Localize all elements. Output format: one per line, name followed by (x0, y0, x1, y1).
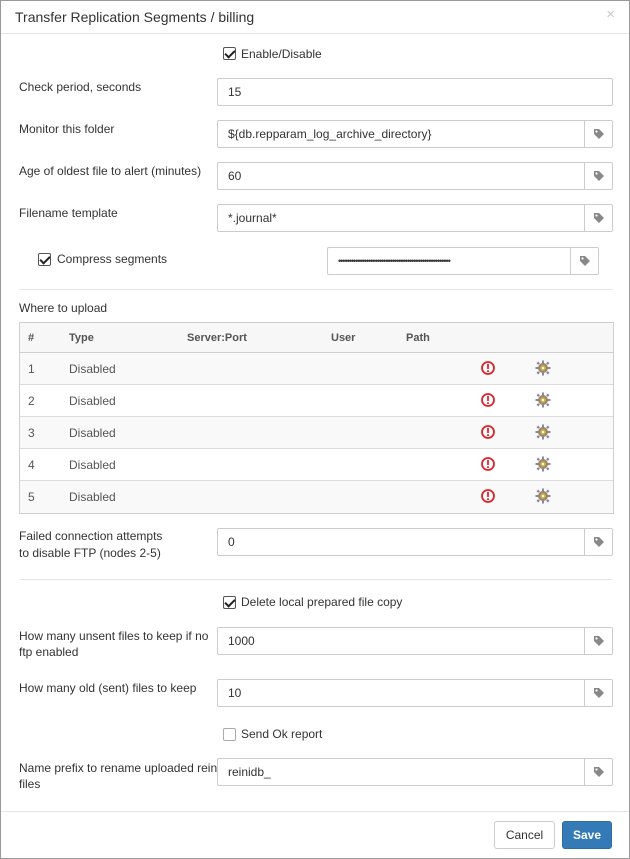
row-number: 1 (28, 362, 35, 376)
error-icon (481, 393, 495, 407)
row-type: Disabled (69, 458, 116, 472)
divider (19, 289, 613, 290)
gear-icon[interactable] (535, 392, 551, 408)
close-icon[interactable]: × (606, 6, 615, 23)
failed-attempts-label-line1: Failed connection attempts (19, 529, 163, 543)
unsent-files-tag-button[interactable] (584, 628, 612, 654)
row-type: Disabled (69, 394, 116, 408)
check-period-label: Check period, seconds (19, 80, 142, 94)
gear-icon[interactable] (535, 488, 551, 504)
save-button[interactable]: Save (562, 821, 612, 849)
compress-password-field (327, 247, 599, 275)
tag-icon (593, 767, 604, 777)
col-path: Path (406, 332, 430, 344)
filename-template-tag-button[interactable] (584, 205, 612, 231)
row-type: Disabled (69, 490, 116, 504)
filename-template-field (217, 204, 613, 232)
old-files-tag-button[interactable] (584, 680, 612, 706)
name-prefix-label-line2: files (19, 777, 41, 791)
unsent-files-field (217, 627, 613, 655)
filename-template-label: Filename template (19, 206, 118, 220)
dialog-title: Transfer Replication Segments / billing (15, 9, 255, 25)
delete-copy-label: Delete local prepared file copy (241, 595, 403, 609)
row-type: Disabled (69, 426, 116, 440)
unsent-files-label-line2: ftp enabled (19, 645, 79, 659)
name-prefix-tag-button[interactable] (584, 759, 612, 785)
tag-icon (593, 213, 604, 223)
row-number: 5 (28, 490, 35, 504)
error-icon (481, 489, 495, 503)
tag-icon (593, 537, 604, 547)
col-number: # (28, 332, 35, 344)
oldest-file-age-field (217, 162, 613, 190)
row-type: Disabled (69, 362, 116, 376)
old-files-input[interactable] (218, 680, 584, 706)
compress-tag-button[interactable] (570, 248, 598, 274)
compress-checkbox[interactable] (38, 253, 51, 266)
name-prefix-label-line1: Name prefix to rename uploaded reini (19, 761, 220, 775)
transfer-dialog: Transfer Replication Segments / billing … (0, 0, 630, 859)
oldest-file-age-tag-button[interactable] (584, 163, 612, 189)
compress-label: Compress segments (57, 252, 168, 266)
col-user: User (331, 332, 356, 344)
table-row[interactable]: 4 Disabled (20, 449, 613, 481)
oldest-file-age-label: Age of oldest file to alert (minutes) (19, 164, 202, 178)
table-row[interactable]: 5 Disabled (20, 481, 613, 513)
tag-icon (579, 256, 590, 266)
failed-attempts-input[interactable] (218, 529, 584, 555)
name-prefix-input[interactable] (218, 759, 584, 785)
failed-attempts-tag-button[interactable] (584, 529, 612, 555)
gear-icon[interactable] (535, 360, 551, 376)
table-row[interactable]: 1 Disabled (20, 353, 613, 385)
where-to-upload-label: Where to upload (19, 301, 108, 315)
row-number: 2 (28, 394, 35, 408)
monitor-folder-field (217, 120, 613, 148)
gear-icon[interactable] (535, 424, 551, 440)
dialog-header: Transfer Replication Segments / billing … (1, 1, 629, 34)
upload-table: # Type Server:Port User Path 1 Disabled … (19, 322, 614, 514)
old-files-field (217, 679, 613, 707)
cancel-button[interactable]: Cancel (494, 821, 555, 849)
table-row[interactable]: 3 Disabled (20, 417, 613, 449)
compress-password-input[interactable] (328, 248, 570, 274)
delete-copy-checkbox[interactable] (223, 596, 236, 609)
failed-attempts-field (217, 528, 613, 556)
row-number: 3 (28, 426, 35, 440)
old-files-label: How many old (sent) files to keep (19, 681, 197, 695)
name-prefix-field (217, 758, 613, 786)
enable-label: Enable/Disable (241, 47, 322, 61)
send-ok-checkbox[interactable] (223, 728, 236, 741)
enable-checkbox[interactable] (223, 47, 236, 60)
error-icon (481, 457, 495, 471)
tag-icon (593, 636, 604, 646)
col-type: Type (69, 332, 94, 344)
error-icon (481, 425, 495, 439)
table-row[interactable]: 2 Disabled (20, 385, 613, 417)
tag-icon (593, 129, 604, 139)
row-number: 4 (28, 458, 35, 472)
filename-template-input[interactable] (218, 205, 584, 231)
oldest-file-age-input[interactable] (218, 163, 584, 189)
gear-icon[interactable] (535, 456, 551, 472)
unsent-files-label-line1: How many unsent files to keep if no (19, 629, 209, 643)
monitor-folder-input[interactable] (218, 121, 584, 147)
divider (19, 579, 613, 580)
failed-attempts-label-line2: to disable FTP (nodes 2-5) (19, 546, 161, 560)
tag-icon (593, 688, 604, 698)
tag-icon (593, 171, 604, 181)
dialog-footer: Cancel Save (1, 811, 629, 859)
check-period-input[interactable] (218, 79, 612, 105)
upload-table-header: # Type Server:Port User Path (20, 323, 613, 353)
monitor-folder-label: Monitor this folder (19, 122, 115, 136)
check-period-field (217, 78, 613, 106)
unsent-files-input[interactable] (218, 628, 584, 654)
error-icon (481, 361, 495, 375)
col-server-port: Server:Port (187, 332, 247, 344)
monitor-folder-tag-button[interactable] (584, 121, 612, 147)
send-ok-label: Send Ok report (241, 727, 323, 741)
